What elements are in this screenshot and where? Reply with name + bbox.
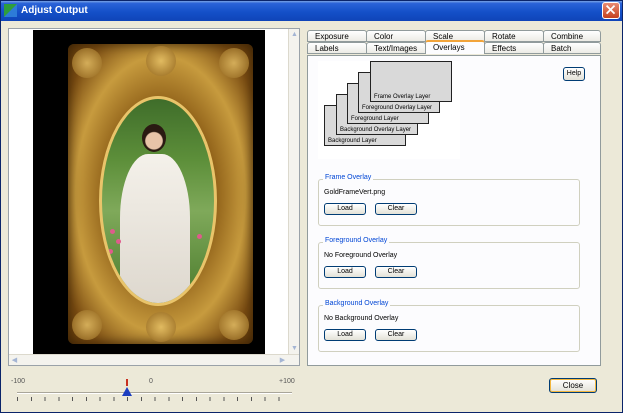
- figure-head: [142, 124, 166, 152]
- close-icon[interactable]: [602, 2, 620, 19]
- frame-overlay-load-button[interactable]: Load: [324, 203, 366, 215]
- photo-canvas: [33, 30, 265, 355]
- tab-rotate[interactable]: Rotate: [484, 30, 544, 42]
- figure-dress: [120, 154, 190, 303]
- slider-ticks: [17, 397, 292, 401]
- scroll-left-icon[interactable]: ◀: [9, 355, 20, 366]
- foreground-overlay-load-button[interactable]: Load: [324, 266, 366, 278]
- tab-exposure[interactable]: Exposure: [307, 30, 367, 42]
- frame-overlay-group: Frame Overlay GoldFrameVert.png Load Cle…: [318, 174, 580, 226]
- app-icon: [4, 4, 17, 17]
- foreground-overlay-clear-button[interactable]: Clear: [375, 266, 417, 278]
- title-bar[interactable]: Adjust Output: [1, 1, 622, 21]
- foreground-overlay-label: Foreground Overlay: [323, 237, 390, 244]
- slider-min-label: -100: [11, 378, 26, 385]
- scroll-down-icon[interactable]: ▼: [289, 343, 300, 354]
- gold-frame: [68, 44, 253, 344]
- foreground-overlay-value: No Foreground Overlay: [324, 252, 398, 259]
- background-overlay-group: Background Overlay No Background Overlay…: [318, 300, 580, 352]
- layer-diagram: Background Layer Background Overlay Laye…: [318, 61, 460, 159]
- scroll-right-icon[interactable]: ▶: [277, 355, 288, 366]
- frame-overlay-label: Frame Overlay: [323, 174, 374, 181]
- slider-max-label: +100: [279, 378, 295, 385]
- slider-thumb[interactable]: [122, 379, 132, 396]
- horizontal-scrollbar[interactable]: ◀ ▶: [9, 354, 299, 365]
- help-button[interactable]: Help: [563, 67, 585, 81]
- portrait-photo: [99, 96, 217, 306]
- tab-effects[interactable]: Effects: [484, 42, 544, 54]
- adjust-slider[interactable]: -100 0 +100: [11, 378, 296, 408]
- layer-frame-overlay: Frame Overlay Layer: [370, 61, 452, 102]
- background-overlay-label: Background Overlay: [323, 300, 391, 307]
- frame-overlay-filename: GoldFrameVert.png: [324, 189, 386, 196]
- close-button[interactable]: Close: [549, 378, 597, 393]
- background-overlay-value: No Background Overlay: [324, 315, 399, 322]
- adjust-output-window: Adjust Output ▲ ▼ ◀ ▶ -100 0 +100 Close …: [0, 0, 623, 413]
- tab-batch[interactable]: Batch: [543, 42, 601, 54]
- slider-track[interactable]: [17, 392, 292, 394]
- window-title: Adjust Output: [21, 5, 88, 16]
- image-preview: ▲ ▼ ◀ ▶: [8, 28, 300, 366]
- frame-overlay-clear-button[interactable]: Clear: [375, 203, 417, 215]
- tab-strip: Exposure Color Scale Rotate Combine Labe…: [307, 30, 601, 56]
- foreground-overlay-group: Foreground Overlay No Foreground Overlay…: [318, 237, 580, 289]
- slider-mid-label: 0: [149, 378, 153, 385]
- vertical-scrollbar[interactable]: ▲ ▼: [288, 29, 299, 354]
- scroll-up-icon[interactable]: ▲: [289, 29, 300, 40]
- overlays-panel: Background Layer Background Overlay Laye…: [307, 55, 601, 366]
- tab-overlays[interactable]: Overlays: [425, 40, 485, 54]
- tab-combine[interactable]: Combine: [543, 30, 601, 42]
- tab-labels[interactable]: Labels: [307, 42, 367, 54]
- tab-text-images[interactable]: Text/Images: [366, 42, 426, 54]
- tab-color[interactable]: Color: [366, 30, 426, 42]
- background-overlay-load-button[interactable]: Load: [324, 329, 366, 341]
- background-overlay-clear-button[interactable]: Clear: [375, 329, 417, 341]
